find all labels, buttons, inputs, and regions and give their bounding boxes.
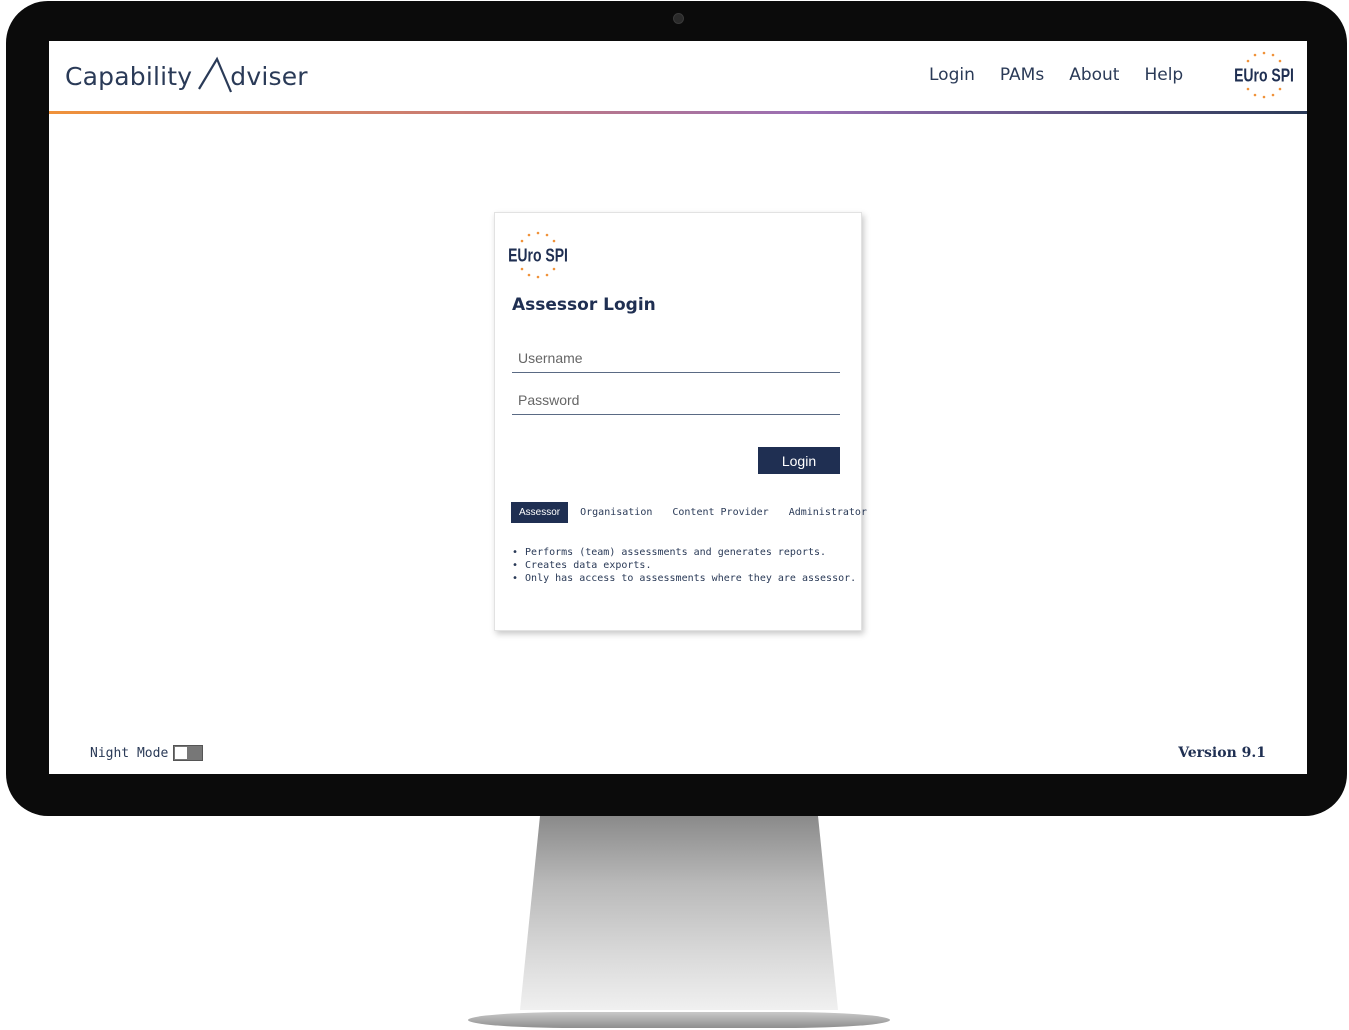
tab-content-provider[interactable]: Content Provider xyxy=(672,503,768,522)
nav-help[interactable]: Help xyxy=(1144,65,1183,85)
nav-pams[interactable]: PAMs xyxy=(1000,65,1044,85)
login-button[interactable]: Login xyxy=(758,447,840,474)
brand-a-icon xyxy=(198,56,233,93)
role-description: Performs (team) assessments and generate… xyxy=(512,546,856,585)
list-item: Only has access to assessments where the… xyxy=(512,572,856,585)
password-input[interactable] xyxy=(512,385,840,415)
monitor-foot xyxy=(468,1012,890,1028)
list-item: Creates data exports. xyxy=(512,559,856,572)
camera-icon xyxy=(673,13,684,24)
list-item: Performs (team) assessments and generate… xyxy=(512,546,856,559)
svg-text:EUro SPI: EUro SPI xyxy=(509,244,567,266)
monitor-stand xyxy=(520,816,838,1010)
nav-login[interactable]: Login xyxy=(929,65,975,85)
tab-assessor[interactable]: Assessor xyxy=(511,502,569,523)
login-card: EUro SPI Assessor Login Login Assessor O… xyxy=(494,212,867,631)
night-mode-label: Night Mode xyxy=(90,745,169,761)
username-input[interactable] xyxy=(512,343,840,373)
eurospi-logo-icon: EUro SPI xyxy=(509,231,567,279)
screen: Capability dviser Login PAMs About Help E… xyxy=(49,41,1307,774)
brand-suffix: dviser xyxy=(230,62,308,91)
night-mode-toggle[interactable] xyxy=(173,745,204,761)
header: Capability dviser Login PAMs About Help E… xyxy=(49,41,1307,114)
top-nav: Login PAMs About Help xyxy=(929,65,1208,85)
header-divider xyxy=(49,111,1307,114)
eurospi-logo-icon[interactable]: EUro SPI xyxy=(1235,49,1293,101)
toggle-knob xyxy=(175,747,188,759)
tab-organisation[interactable]: Organisation xyxy=(580,503,652,522)
login-title: Assessor Login xyxy=(512,295,656,315)
night-mode: Night Mode xyxy=(90,745,204,761)
svg-text:EUro SPI: EUro SPI xyxy=(1235,64,1293,86)
nav-about[interactable]: About xyxy=(1069,65,1119,85)
brand-prefix: Capability xyxy=(65,62,193,91)
brand-logo[interactable]: Capability dviser xyxy=(65,55,308,95)
version-label: Version 9.1 xyxy=(1178,745,1266,761)
role-tabs: Assessor Organisation Content Provider A… xyxy=(511,502,887,523)
tab-administrator[interactable]: Administrator xyxy=(789,503,867,522)
